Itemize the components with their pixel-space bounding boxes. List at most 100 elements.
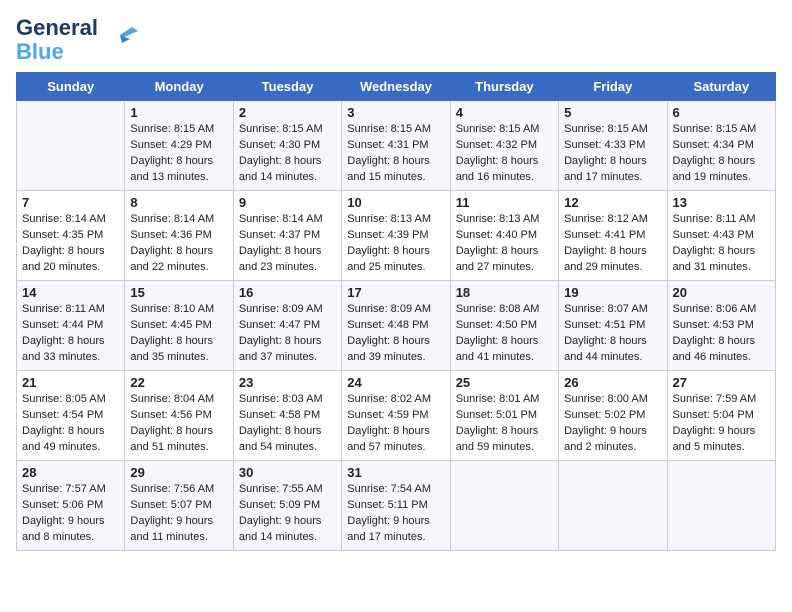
calendar-cell: 23 Sunrise: 8:03 AMSunset: 4:58 PMDayligh…: [233, 371, 341, 461]
day-number: 13: [673, 195, 770, 210]
day-info: Sunrise: 7:55 AMSunset: 5:09 PMDaylight:…: [239, 482, 336, 546]
day-info: Sunrise: 8:00 AMSunset: 5:02 PMDaylight:…: [564, 392, 661, 456]
calendar-week-row: 28Sunrise: 7:57 AMSunset: 5:06 PMDayligh…: [17, 461, 776, 551]
day-number: 17: [347, 285, 444, 300]
day-info: Sunrise: 7:59 AMSunset: 5:04 PMDaylight:…: [673, 392, 770, 456]
day-number: 1: [130, 105, 227, 120]
col-header-monday: Monday: [125, 73, 233, 101]
calendar-cell: 7Sunrise: 8:14 AMSunset: 4:35 PMDaylight…: [17, 191, 125, 281]
day-number: 28: [22, 465, 119, 480]
day-info: Sunrise: 8:04 AMSunset: 4:56 PMDaylight:…: [130, 392, 227, 456]
calendar-cell: 14Sunrise: 8:11 AMSunset: 4:44 PMDayligh…: [17, 281, 125, 371]
day-number: 18: [456, 285, 553, 300]
logo: GeneralBlue: [16, 16, 138, 64]
calendar-cell: 12Sunrise: 8:12 AMSunset: 4:41 PMDayligh…: [559, 191, 667, 281]
col-header-thursday: Thursday: [450, 73, 558, 101]
day-number: 20: [673, 285, 770, 300]
col-header-wednesday: Wednesday: [342, 73, 450, 101]
day-info: Sunrise: 8:13 AMSunset: 4:40 PMDaylight:…: [456, 212, 553, 276]
calendar-cell: 1 Sunrise: 8:15 AMSunset: 4:29 PMDaylight…: [125, 101, 233, 191]
day-number: 3: [347, 105, 444, 120]
day-number: 15: [130, 285, 227, 300]
calendar-cell: 21 Sunrise: 8:05 AMSunset: 4:54 PMDayligh…: [17, 371, 125, 461]
day-number: 14: [22, 285, 119, 300]
day-number: 7: [22, 195, 119, 210]
day-number: 5: [564, 105, 661, 120]
day-number: 16: [239, 285, 336, 300]
day-number: 29: [130, 465, 227, 480]
calendar-week-row: 21 Sunrise: 8:05 AMSunset: 4:54 PMDayligh…: [17, 371, 776, 461]
day-info: Sunrise: 8:07 AMSunset: 4:51 PMDaylight:…: [564, 302, 661, 366]
calendar-cell: [450, 461, 558, 551]
calendar-cell: 27 Sunrise: 7:59 AMSunset: 5:04 PMDayligh…: [667, 371, 775, 461]
day-info: Sunrise: 7:54 AMSunset: 5:11 PMDaylight:…: [347, 482, 444, 546]
day-info: Sunrise: 8:13 AMSunset: 4:39 PMDaylight:…: [347, 212, 444, 276]
calendar-cell: 22 Sunrise: 8:04 AMSunset: 4:56 PMDayligh…: [125, 371, 233, 461]
logo-bird-icon: [100, 17, 138, 55]
day-info: Sunrise: 8:10 AMSunset: 4:45 PMDaylight:…: [130, 302, 227, 366]
day-number: 10: [347, 195, 444, 210]
day-number: 8: [130, 195, 227, 210]
day-info: Sunrise: 8:09 AMSunset: 4:47 PMDaylight:…: [239, 302, 336, 366]
calendar-cell: 6 Sunrise: 8:15 AMSunset: 4:34 PMDaylight…: [667, 101, 775, 191]
calendar-cell: 29 Sunrise: 7:56 AMSunset: 5:07 PMDayligh…: [125, 461, 233, 551]
day-info: Sunrise: 8:05 AMSunset: 4:54 PMDaylight:…: [22, 392, 119, 456]
day-info: Sunrise: 8:09 AMSunset: 4:48 PMDaylight:…: [347, 302, 444, 366]
day-info: Sunrise: 8:15 AMSunset: 4:32 PMDaylight:…: [456, 122, 553, 186]
calendar-cell: 15 Sunrise: 8:10 AMSunset: 4:45 PMDayligh…: [125, 281, 233, 371]
calendar-header-row: SundayMondayTuesdayWednesdayThursdayFrid…: [17, 73, 776, 101]
calendar-cell: 4 Sunrise: 8:15 AMSunset: 4:32 PMDaylight…: [450, 101, 558, 191]
day-info: Sunrise: 8:15 AMSunset: 4:30 PMDaylight:…: [239, 122, 336, 186]
day-number: 24: [347, 375, 444, 390]
day-number: 25: [456, 375, 553, 390]
day-info: Sunrise: 8:11 AMSunset: 4:43 PMDaylight:…: [673, 212, 770, 276]
calendar-cell: 19 Sunrise: 8:07 AMSunset: 4:51 PMDayligh…: [559, 281, 667, 371]
calendar-cell: 30 Sunrise: 7:55 AMSunset: 5:09 PMDayligh…: [233, 461, 341, 551]
day-info: Sunrise: 8:06 AMSunset: 4:53 PMDaylight:…: [673, 302, 770, 366]
calendar-cell: 18Sunrise: 8:08 AMSunset: 4:50 PMDayligh…: [450, 281, 558, 371]
calendar-cell: [559, 461, 667, 551]
calendar-cell: 16 Sunrise: 8:09 AMSunset: 4:47 PMDayligh…: [233, 281, 341, 371]
calendar-cell: 28Sunrise: 7:57 AMSunset: 5:06 PMDayligh…: [17, 461, 125, 551]
day-info: Sunrise: 8:15 AMSunset: 4:29 PMDaylight:…: [130, 122, 227, 186]
calendar-cell: 5 Sunrise: 8:15 AMSunset: 4:33 PMDaylight…: [559, 101, 667, 191]
day-number: 21: [22, 375, 119, 390]
day-info: Sunrise: 8:03 AMSunset: 4:58 PMDaylight:…: [239, 392, 336, 456]
calendar-cell: 24 Sunrise: 8:02 AMSunset: 4:59 PMDayligh…: [342, 371, 450, 461]
day-number: 2: [239, 105, 336, 120]
col-header-saturday: Saturday: [667, 73, 775, 101]
calendar-cell: [17, 101, 125, 191]
day-number: 9: [239, 195, 336, 210]
page-header: GeneralBlue: [16, 16, 776, 64]
day-number: 19: [564, 285, 661, 300]
day-number: 6: [673, 105, 770, 120]
day-info: Sunrise: 8:02 AMSunset: 4:59 PMDaylight:…: [347, 392, 444, 456]
day-number: 4: [456, 105, 553, 120]
day-number: 12: [564, 195, 661, 210]
logo-text: GeneralBlue: [16, 16, 98, 64]
day-number: 11: [456, 195, 553, 210]
calendar-cell: 9Sunrise: 8:14 AMSunset: 4:37 PMDaylight…: [233, 191, 341, 281]
calendar-cell: 13 Sunrise: 8:11 AMSunset: 4:43 PMDayligh…: [667, 191, 775, 281]
calendar-table: SundayMondayTuesdayWednesdayThursdayFrid…: [16, 72, 776, 551]
calendar-cell: 8 Sunrise: 8:14 AMSunset: 4:36 PMDaylight…: [125, 191, 233, 281]
day-number: 30: [239, 465, 336, 480]
col-header-sunday: Sunday: [17, 73, 125, 101]
calendar-cell: 17 Sunrise: 8:09 AMSunset: 4:48 PMDayligh…: [342, 281, 450, 371]
calendar-cell: 26 Sunrise: 8:00 AMSunset: 5:02 PMDayligh…: [559, 371, 667, 461]
day-info: Sunrise: 7:56 AMSunset: 5:07 PMDaylight:…: [130, 482, 227, 546]
col-header-tuesday: Tuesday: [233, 73, 341, 101]
day-info: Sunrise: 8:15 AMSunset: 4:33 PMDaylight:…: [564, 122, 661, 186]
day-info: Sunrise: 8:15 AMSunset: 4:34 PMDaylight:…: [673, 122, 770, 186]
day-number: 27: [673, 375, 770, 390]
day-number: 31: [347, 465, 444, 480]
calendar-cell: 3Sunrise: 8:15 AMSunset: 4:31 PMDaylight…: [342, 101, 450, 191]
calendar-cell: 25Sunrise: 8:01 AMSunset: 5:01 PMDayligh…: [450, 371, 558, 461]
day-number: 23: [239, 375, 336, 390]
day-info: Sunrise: 8:14 AMSunset: 4:36 PMDaylight:…: [130, 212, 227, 276]
calendar-week-row: 7Sunrise: 8:14 AMSunset: 4:35 PMDaylight…: [17, 191, 776, 281]
day-number: 26: [564, 375, 661, 390]
col-header-friday: Friday: [559, 73, 667, 101]
calendar-week-row: 1 Sunrise: 8:15 AMSunset: 4:29 PMDaylight…: [17, 101, 776, 191]
day-number: 22: [130, 375, 227, 390]
